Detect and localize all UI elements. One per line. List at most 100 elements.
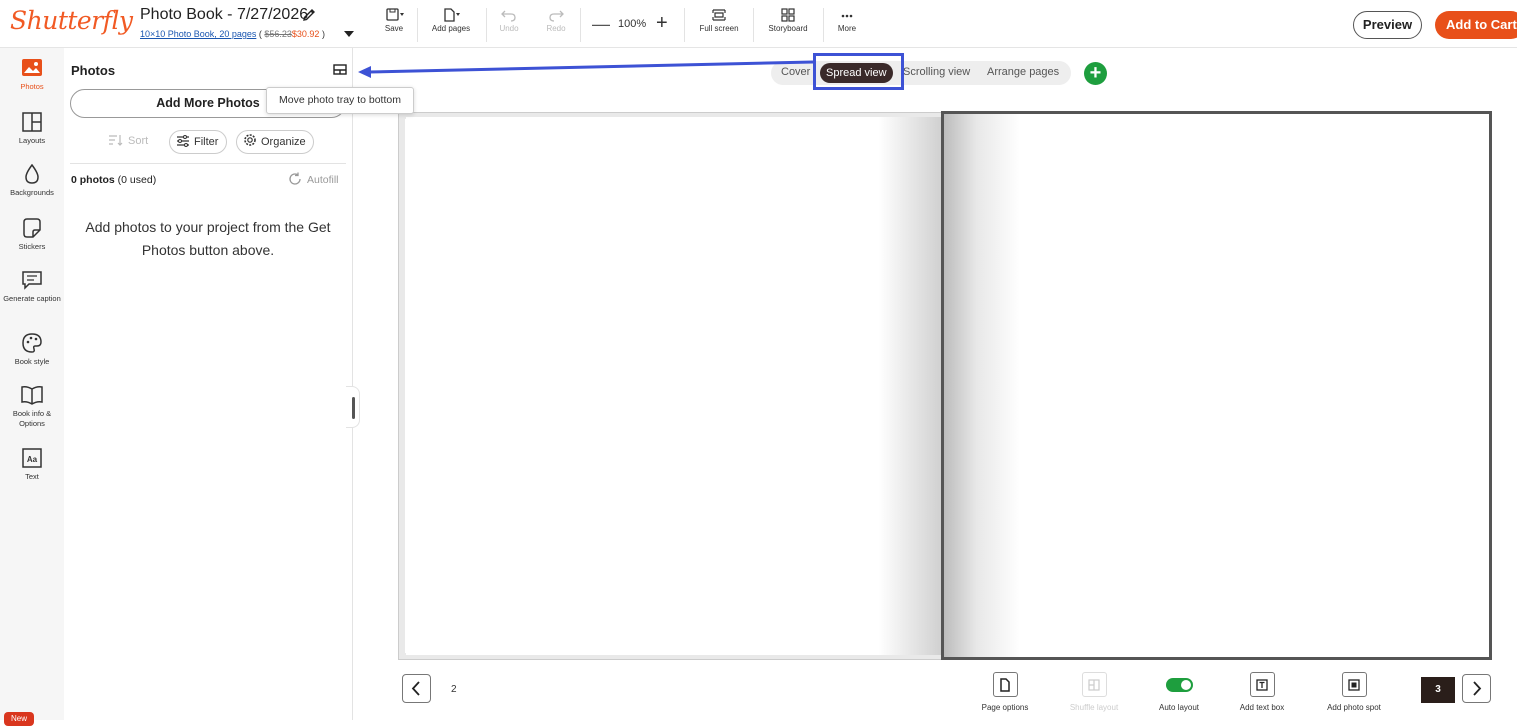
storyboard-button[interactable]: Storyboard [764,8,812,33]
full-screen-icon [712,9,726,21]
full-screen-button[interactable]: Full screen [696,8,742,33]
sort-label: Sort [128,135,149,147]
autofill-label: Autofill [307,174,339,186]
drop-icon [25,164,39,184]
rail-item-layouts[interactable]: Layouts [0,112,64,146]
rail-label: Book info & Options [12,409,52,428]
sticker-icon [23,218,41,238]
toggle-switch[interactable] [1165,678,1193,692]
rail-item-generate-caption[interactable]: Generate caption [0,270,64,304]
tab-scrolling-view[interactable]: Scrolling view [903,66,970,78]
page-options-label: Page options [981,703,1029,712]
text-icon: Aa [22,448,42,468]
current-page-number: 3 [1421,677,1455,703]
add-text-box-button[interactable]: Add text box [1237,672,1287,712]
empty-state-message: Add photos to your project from the Get … [85,219,331,258]
storyboard-icon [781,8,795,22]
rail-label: Stickers [18,242,46,251]
rail-item-photos[interactable]: Photos [0,58,64,92]
refresh-icon [289,172,301,185]
filter-button[interactable]: Filter [169,130,228,154]
zoom-out-button[interactable]: — [592,14,610,35]
tool-rail: Photos Layouts Backgrounds Stickers Gene… [0,48,64,720]
chevron-right-icon [1473,681,1482,696]
gear-icon [244,134,256,146]
annotation-arrow [358,60,814,78]
palette-icon [22,333,42,353]
sort-button[interactable]: Sort [108,130,148,154]
annotation-highlight-box [813,53,904,90]
add-photo-spot-button[interactable]: Add photo spot [1323,672,1385,712]
left-page-number: 2 [451,684,457,695]
chevron-left-icon [411,681,420,696]
collapse-panel-handle[interactable] [346,386,360,428]
undo-icon [501,10,516,22]
undo-button[interactable]: Undo [496,8,522,33]
right-page[interactable] [941,111,1492,660]
divider [417,8,418,42]
rail-item-book-info[interactable]: Book info & Options [0,385,64,429]
tooltip: Move photo tray to bottom [266,87,414,114]
save-button[interactable]: Save [383,8,405,33]
rail-item-text[interactable]: Aa Text [0,448,64,482]
shuffle-layout-button[interactable]: Shuffle layout [1066,672,1122,712]
original-price: $56.23 [264,29,292,39]
left-page-canvas[interactable] [406,117,943,655]
add-pages-button[interactable]: Add pages [428,8,474,33]
text-box-icon [1256,678,1268,691]
photo-count: 0 photos (0 used) [71,174,156,186]
svg-text:Aa: Aa [27,455,38,464]
add-to-cart-button[interactable]: Add to Cart [1435,11,1517,39]
divider [486,8,487,42]
new-badge: New [4,712,34,726]
chevron-down-icon[interactable] [344,31,354,37]
autofill-button[interactable]: Autofill [288,172,339,186]
more-dots-icon [841,14,853,18]
rail-label: Book style [14,357,50,366]
photo-tray-icon[interactable] [333,64,347,76]
add-page-circle-button[interactable]: + [1084,62,1107,85]
organize-label: Organize [261,136,306,148]
photos-icon [22,59,42,76]
add-page-icon [444,8,460,22]
rail-item-stickers[interactable]: Stickers [0,218,64,252]
save-icon [386,8,404,21]
page-options-button[interactable]: Page options [979,672,1031,712]
zoom-in-button[interactable]: + [656,12,668,35]
auto-layout-toggle[interactable]: Auto layout [1156,672,1202,712]
product-link[interactable]: 10×10 Photo Book, 20 pages [140,29,256,39]
panel-title: Photos [71,63,116,78]
redo-icon [549,10,564,22]
add-pages-label: Add pages [431,24,471,33]
organize-button[interactable]: Organize [236,130,314,154]
divider [70,163,346,164]
preview-button[interactable]: Preview [1353,11,1422,39]
product-summary[interactable]: 10×10 Photo Book, 20 pages ( $56.23$30.9… [140,29,325,39]
redo-button[interactable]: Redo [543,8,569,33]
add-text-box-label: Add text box [1239,703,1285,712]
rail-item-book-style[interactable]: Book style [0,333,64,367]
layouts-icon [22,112,42,132]
rail-label: Photos [20,82,44,91]
previous-page-button[interactable] [402,674,431,703]
rail-item-backgrounds[interactable]: Backgrounds [0,164,64,198]
undo-label: Undo [499,24,519,33]
sort-icon [109,135,123,146]
more-button[interactable]: More [835,8,859,33]
caption-icon [22,271,42,290]
top-bar: Shutterfly Photo Book - 7/27/2026 10×10 … [0,0,1517,48]
rail-label: Text [25,472,39,481]
next-page-button[interactable] [1462,674,1491,703]
shuffle-icon [1088,678,1100,691]
project-title[interactable]: Photo Book - 7/27/2026 [140,6,308,24]
add-photo-spot-label: Add photo spot [1327,703,1381,712]
full-screen-label: Full screen [699,24,739,33]
filter-label: Filter [194,136,219,148]
edit-pencil-icon[interactable] [301,7,317,23]
filter-icon [177,135,189,147]
page-icon [1000,677,1010,692]
tab-arrange-pages[interactable]: Arrange pages [987,66,1059,78]
shutterfly-logo[interactable]: Shutterfly [10,6,133,35]
photo-spot-icon [1348,678,1360,691]
save-label: Save [384,24,404,33]
